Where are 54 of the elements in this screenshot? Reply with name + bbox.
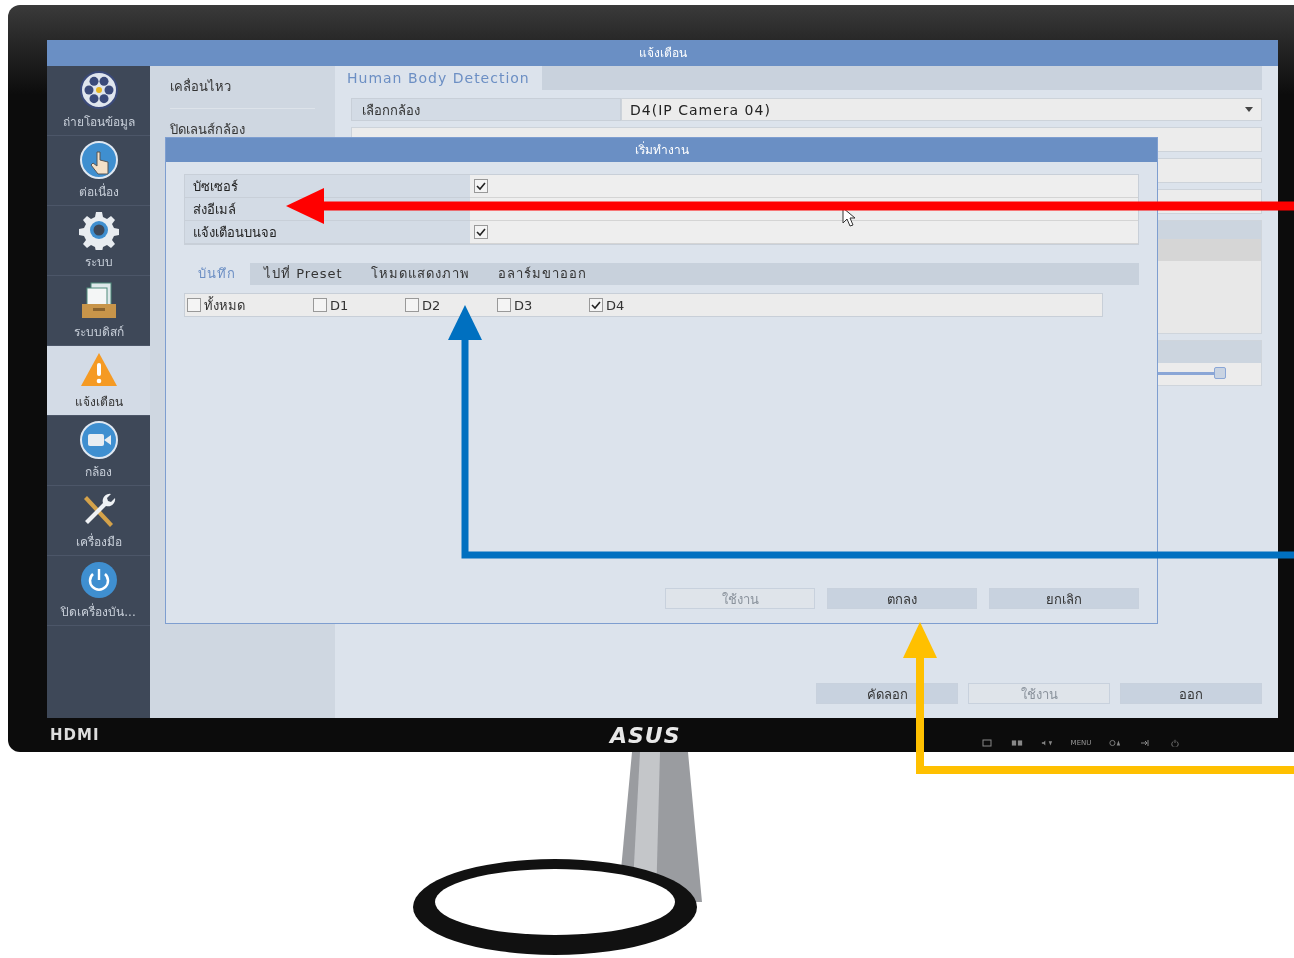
window-title: แจ้งเตือน xyxy=(47,40,1278,66)
brightness-icon xyxy=(1109,739,1122,747)
nav-label: ปิดเครื่องบัน... xyxy=(61,602,136,621)
nav-item[interactable]: ต่อเนื่อง xyxy=(47,136,150,206)
dialog-button[interactable]: ตกลง xyxy=(827,588,977,609)
nav-label: กล้อง xyxy=(85,464,112,481)
camera-dropdown[interactable]: D4(IP Camera 04) xyxy=(621,98,1262,121)
action-button[interactable]: คัดลอก xyxy=(816,683,958,704)
checkbox-label: ทั้งหมด xyxy=(204,295,245,315)
checkbox[interactable] xyxy=(497,298,511,312)
nav-label: ระบบ xyxy=(84,254,113,271)
nav-item[interactable]: ระบบ xyxy=(47,206,150,276)
field-label: เลือกกล้อง xyxy=(351,98,621,121)
nav-item[interactable]: กล้อง xyxy=(47,416,150,486)
dialog-title: เริ่มทำงาน xyxy=(166,138,1157,162)
nav-label: ระบบดิสก์ xyxy=(73,324,124,341)
checkbox[interactable] xyxy=(589,298,603,312)
camera-icon xyxy=(78,420,119,460)
dialog-button[interactable]: ยกเลิก xyxy=(989,588,1139,609)
checkbox[interactable] xyxy=(474,179,488,193)
brand-logo: ASUS xyxy=(610,722,681,748)
power-icon xyxy=(78,560,119,600)
touch-hand-icon xyxy=(78,140,119,180)
nav-label: ต่อเนื่อง xyxy=(78,182,119,201)
nav-item[interactable]: ปิดเครื่องบัน... xyxy=(47,556,150,626)
tab[interactable]: อลาร์มขาออก xyxy=(483,263,601,285)
film-reel-icon xyxy=(78,70,119,110)
checkbox[interactable] xyxy=(405,298,419,312)
nav-item[interactable]: ถ่ายโอนข้อมูล xyxy=(47,66,150,136)
checkbox-label: D4 xyxy=(606,297,625,313)
option-label: บัซเซอร์ xyxy=(185,175,470,198)
nav-label: ถ่ายโอนข้อมูล xyxy=(62,114,135,131)
checkbox[interactable] xyxy=(474,225,488,239)
caret-icon xyxy=(1245,107,1253,112)
nav-label: เครื่องมือ xyxy=(75,532,122,551)
input-icon xyxy=(980,739,993,747)
port-label: HDMI xyxy=(50,726,101,744)
action-button[interactable]: ออก xyxy=(1120,683,1262,704)
checkbox-label: D1 xyxy=(330,297,349,313)
option-label: แจ้งเตือนบนจอ xyxy=(185,221,470,244)
nav-item[interactable]: แจ้งเตือน xyxy=(47,346,150,416)
gear-icon xyxy=(78,210,119,250)
mode-icon xyxy=(1010,739,1023,747)
nav-label: แจ้งเตือน xyxy=(74,394,123,411)
submenu-item[interactable]: เคลื่อนไหว xyxy=(170,66,315,109)
checkbox-label: D3 xyxy=(514,297,533,313)
enter-icon xyxy=(1139,739,1152,747)
power-icon xyxy=(1169,739,1182,747)
checkbox-label: D2 xyxy=(422,297,441,313)
tab[interactable]: ไปที่ Preset xyxy=(250,263,357,285)
tab[interactable]: โหมดแสดงภาพ xyxy=(356,263,484,285)
checkbox[interactable] xyxy=(187,298,201,312)
volume-icon xyxy=(1040,739,1053,747)
checkbox[interactable] xyxy=(313,298,327,312)
